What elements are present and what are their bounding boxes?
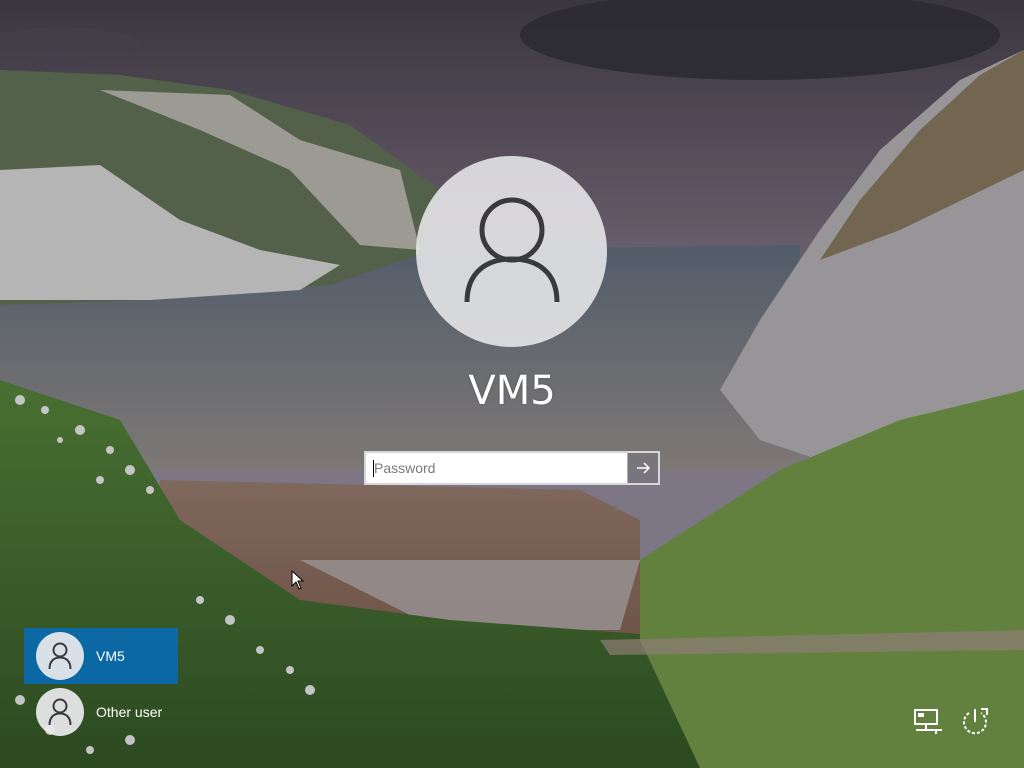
user-avatar-small (36, 632, 84, 680)
user-list-item-vm5[interactable]: VM5 (24, 628, 178, 684)
power-button[interactable] (957, 704, 993, 740)
arrow-right-icon (637, 462, 651, 474)
lock-screen: VM5 VM5 Other user (0, 0, 1024, 768)
username-label: VM5 (468, 368, 556, 414)
user-silhouette-icon (48, 642, 72, 670)
user-avatar-large (416, 156, 607, 347)
submit-button[interactable] (627, 453, 658, 483)
password-input[interactable] (366, 453, 627, 483)
power-icon (963, 708, 988, 735)
network-button[interactable] (910, 704, 946, 740)
user-avatar-small (36, 688, 84, 736)
user-silhouette-icon (464, 197, 559, 302)
password-box (364, 451, 660, 485)
user-list-label: Other user (96, 704, 163, 720)
text-caret (373, 460, 374, 477)
user-silhouette-icon (48, 698, 72, 726)
network-icon (914, 709, 942, 734)
user-list-label: VM5 (96, 648, 125, 664)
mouse-pointer-icon (291, 570, 305, 590)
user-list-item-other-user[interactable]: Other user (24, 684, 178, 740)
